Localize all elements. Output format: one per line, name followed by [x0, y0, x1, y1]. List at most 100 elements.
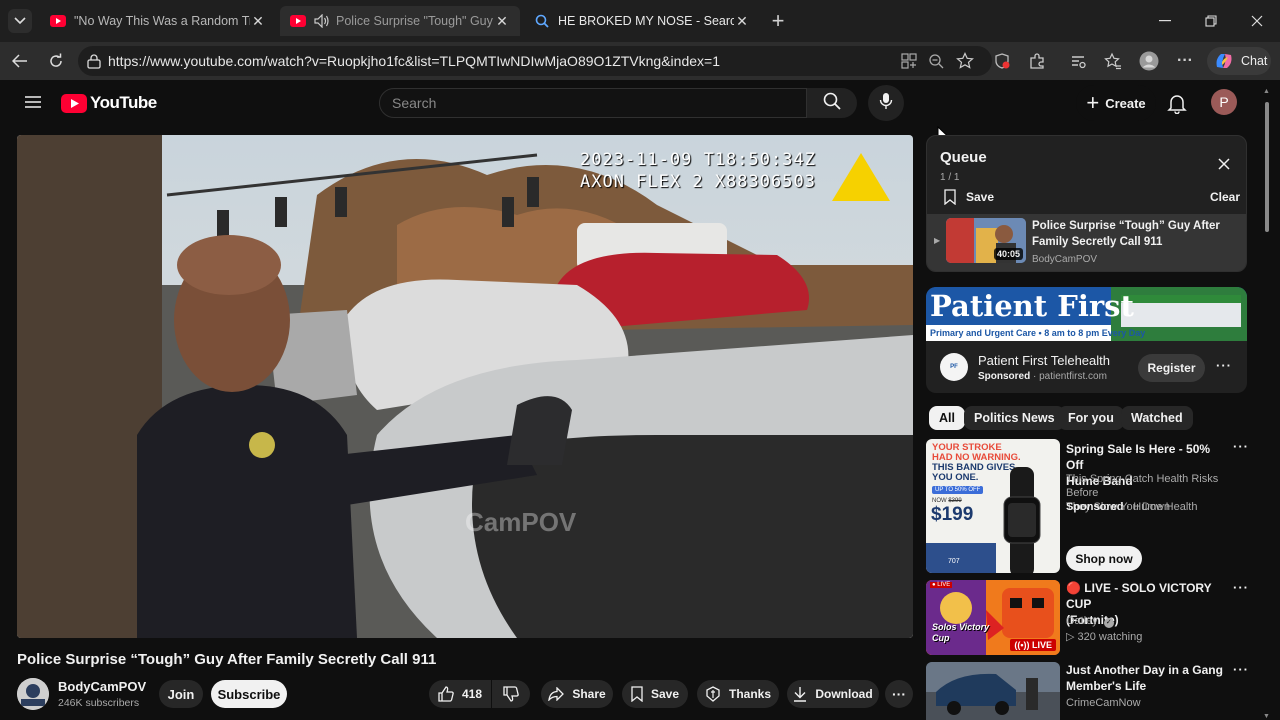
ad-domain: patientfirst.com — [1039, 371, 1107, 382]
chip-all[interactable]: All — [929, 406, 965, 430]
like-button[interactable]: 418 — [429, 680, 491, 708]
search-input[interactable]: Search — [379, 88, 807, 118]
share-button[interactable]: Share — [541, 680, 613, 708]
favorite-star-icon[interactable] — [956, 52, 974, 73]
live-badge-label: LIVE — [1031, 640, 1052, 650]
tab-list-dropdown-icon[interactable] — [8, 9, 32, 33]
more-actions-button[interactable]: ··· — [885, 680, 913, 708]
chip-watched[interactable]: Watched — [1121, 406, 1193, 430]
page-scrollbar[interactable]: ▲ ▼ — [1262, 88, 1272, 720]
new-tab-icon[interactable]: + — [766, 8, 790, 33]
app-available-icon[interactable] — [901, 53, 917, 72]
guide-menu-icon[interactable] — [21, 90, 45, 114]
channel-name[interactable]: BodyCamPOV — [58, 679, 146, 694]
voice-search-button[interactable] — [868, 85, 904, 121]
channel-name: Oatley — [1066, 615, 1098, 627]
close-tab-icon[interactable]: ✕ — [494, 13, 510, 30]
scroll-down-icon[interactable]: ▼ — [1263, 713, 1270, 720]
subscribe-button[interactable]: Subscribe — [211, 680, 287, 708]
browser-tab[interactable]: HE BROKED MY NOSE - Search ✕ — [524, 6, 760, 36]
download-button[interactable]: Download — [787, 680, 879, 708]
super-thanks-icon — [705, 686, 721, 702]
browser-essentials-icon[interactable] — [1066, 49, 1090, 73]
rec-title-line: Just Another Day in a Gang — [1066, 663, 1223, 677]
close-window-icon[interactable] — [1245, 9, 1269, 33]
zoom-icon[interactable] — [928, 53, 944, 72]
tab-title: Police Surprise "Tough" Guy After — [336, 14, 494, 28]
rec-channel[interactable]: Oatley ✓ — [1066, 614, 1114, 628]
thumb-price: $199 — [931, 504, 974, 525]
ad-banner-image[interactable]: Patient First Primary and Urgent Care • … — [926, 287, 1247, 341]
restore-window-icon[interactable] — [1199, 9, 1223, 33]
sponsored-label: Sponsored — [978, 371, 1031, 382]
extension-shield-icon[interactable] — [990, 49, 1014, 73]
rec-thumbnail[interactable] — [926, 662, 1060, 720]
rec-title[interactable]: Just Another Day in a Gang Member's Life — [1066, 662, 1226, 694]
extensions-icon[interactable] — [1025, 49, 1049, 73]
url-text: https://www.youtube.com/watch?v=Ruopkjho… — [108, 53, 720, 69]
video-watermark: CamPOV — [465, 507, 577, 537]
create-button[interactable]: + Create — [1076, 85, 1156, 121]
favorites-icon[interactable] — [1101, 49, 1125, 73]
browser-tab[interactable]: "No Way This Was a Random Traffic ✕ — [40, 6, 276, 36]
ad-title: Patient First Telehealth — [978, 353, 1110, 368]
rec-thumbnail[interactable]: ● LIVE Solos Victory Cup ((•)) LIVE — [926, 580, 1060, 655]
thumb-stat-panel: 707 — [926, 543, 996, 573]
account-avatar[interactable]: P — [1211, 89, 1237, 115]
thanks-button[interactable]: Thanks — [697, 680, 779, 708]
notifications-bell-icon[interactable] — [1166, 92, 1188, 119]
dislike-button[interactable] — [492, 680, 530, 708]
queue-item[interactable]: ▶ 40:05 Police Surprise “Tough” Guy Afte… — [927, 214, 1246, 271]
rec-more-icon[interactable]: ··· — [1233, 580, 1249, 595]
address-bar[interactable]: https://www.youtube.com/watch?v=Ruopkjho… — [78, 46, 992, 76]
site-info-icon[interactable] — [86, 53, 102, 72]
browser-menu-icon[interactable]: ··· — [1173, 49, 1197, 73]
rec-channel[interactable]: CrimeCamNow — [1066, 696, 1141, 710]
more-horizontal-icon: ··· — [892, 686, 906, 702]
join-button[interactable]: Join — [159, 680, 203, 708]
bookmark-icon — [944, 189, 956, 205]
queue-clear-button[interactable]: Clear — [1210, 190, 1240, 204]
ad-card[interactable]: PF Patient First Telehealth Sponsored · … — [926, 341, 1247, 393]
tab-title: "No Way This Was a Random Traffic — [74, 14, 250, 28]
video-player[interactable]: 2023-11-09 T18:50:34Z AXON FLEX 2 X88306… — [17, 135, 913, 638]
queue-save-button[interactable]: Save — [944, 189, 994, 205]
rec-thumbnail[interactable]: YOUR STROKE HAD NO WARNING. THIS BAND GI… — [926, 439, 1060, 573]
copilot-chat-button[interactable]: Chat — [1207, 47, 1271, 75]
rec-more-icon[interactable]: ··· — [1233, 662, 1249, 677]
live-badge: ((•)) LIVE — [1010, 639, 1056, 651]
minimize-window-icon[interactable] — [1153, 9, 1177, 33]
ad-more-icon[interactable]: ··· — [1216, 358, 1232, 373]
rec-title-line: Spring Sale Is Here - 50% Off — [1066, 442, 1211, 472]
back-icon[interactable] — [8, 49, 32, 73]
register-button[interactable]: Register — [1138, 354, 1205, 382]
speaker-icon[interactable] — [314, 13, 330, 29]
thumb-stat: 707 — [948, 558, 960, 565]
copilot-label: Chat — [1241, 54, 1268, 68]
search-button[interactable] — [807, 88, 857, 118]
queue-title: Queue — [940, 149, 987, 166]
browser-tab-active[interactable]: Police Surprise "Tough" Guy After ✕ — [280, 6, 520, 36]
scroll-up-icon[interactable]: ▲ — [1263, 88, 1270, 95]
now-playing-icon: ▶ — [934, 236, 941, 245]
youtube-play-logo-icon — [61, 93, 87, 113]
youtube-logo[interactable]: YouTube — [61, 93, 157, 113]
shop-now-button[interactable]: Shop now — [1066, 546, 1142, 571]
subscriber-count: 246K subscribers — [58, 697, 140, 709]
close-tab-icon[interactable]: ✕ — [734, 13, 750, 30]
share-label: Share — [572, 687, 606, 701]
chip-for-you[interactable]: For you — [1058, 406, 1124, 430]
scrollbar-thumb[interactable] — [1265, 102, 1269, 232]
refresh-icon[interactable] — [44, 49, 68, 73]
channel-avatar[interactable] — [17, 678, 49, 710]
search-icon — [823, 92, 841, 115]
chip-politics-news[interactable]: Politics News — [964, 406, 1065, 430]
profile-avatar-icon[interactable] — [1137, 49, 1161, 73]
save-button[interactable]: Save — [622, 680, 688, 708]
close-tab-icon[interactable]: ✕ — [250, 13, 266, 30]
rec-more-icon[interactable]: ··· — [1233, 439, 1249, 454]
rec-sponsor: Sponsored · Hume Health — [1066, 500, 1197, 514]
close-queue-icon[interactable] — [1218, 157, 1230, 175]
shop-now-label: Shop now — [1075, 551, 1133, 566]
youtube-favicon-icon — [50, 13, 66, 29]
